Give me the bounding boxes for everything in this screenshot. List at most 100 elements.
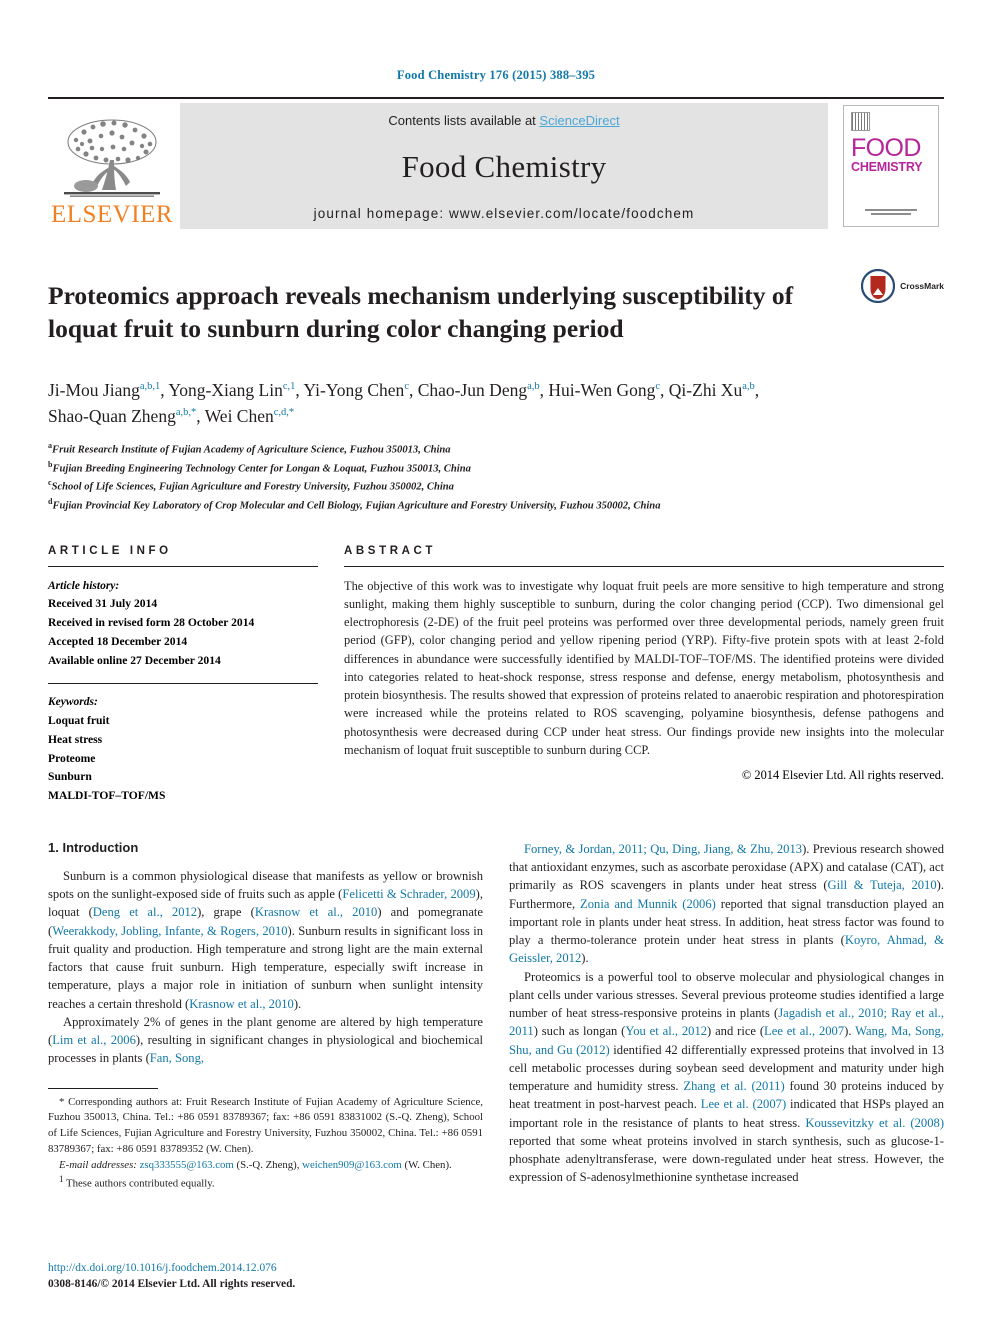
divider [344, 565, 944, 567]
citation-link[interactable]: Krasnow et al., 2010 [189, 997, 294, 1011]
email-owner-zheng: (S.-Q. Zheng), [236, 1158, 300, 1171]
intro-right-paragraphs: Forney, & Jordan, 2011; Qu, Ding, Jiang,… [509, 840, 944, 1187]
abstract-column: ABSTRACT The objective of this work was … [344, 545, 944, 806]
citation-link[interactable]: Krasnow et al., 2010 [255, 905, 378, 919]
affiliation-text: Fujian Provincial Key Laboratory of Crop… [52, 500, 661, 512]
citation-link[interactable]: Wang, Ma, Song, Shu, and Gu (2012) [509, 1024, 944, 1056]
author-affil-mark: c [655, 381, 661, 393]
author-list: Ji-Mou Jianga,b,1, Yong-Xiang Linc,1, Yi… [48, 378, 944, 429]
body-paragraph: Forney, & Jordan, 2011; Qu, Ding, Jiang,… [509, 841, 945, 966]
citation-link[interactable]: Lee et al., 2007 [764, 1024, 844, 1038]
body-paragraph: Proteomics is a powerful tool to observe… [509, 969, 945, 1185]
author-line-2: Shao-Quan Zhenga,b,*, Wei Chenc,d,* [48, 405, 295, 426]
citation-link[interactable]: Lee et al. (2007) [701, 1097, 786, 1111]
keyword-item: MALDI-TOF–TOF/MS [48, 789, 166, 803]
body-columns: 1. Introduction Sunburn is a common phys… [48, 840, 944, 1193]
divider [48, 683, 318, 685]
author-name: Hui-Wen Gong [548, 380, 656, 401]
article-info-column: ARTICLE INFO Article history: Received 3… [48, 545, 318, 806]
running-head: Food Chemistry 176 (2015) 388–395 [396, 68, 596, 82]
intro-left-paragraphs: Sunburn is a common physiological diseas… [48, 867, 483, 1068]
affiliation-item: dFujian Provincial Key Laboratory of Cro… [48, 496, 944, 515]
abstract-text: The objective of this work was to invest… [344, 578, 944, 757]
footer-doi-block: http://dx.doi.org/10.1016/j.foodchem.201… [48, 1260, 295, 1293]
keywords-label: Keywords: [48, 696, 98, 709]
citation-link[interactable]: Koussevitzky et al. (2008) [805, 1116, 944, 1130]
article-history-label: Article history: [48, 579, 120, 592]
citation-link[interactable]: Forney, & Jordan, 2011; Qu, Ding, Jiang,… [524, 842, 802, 856]
email-label: E-mail addresses: [59, 1158, 137, 1171]
footnote-mark: 1 [59, 1174, 64, 1185]
info-abstract-section: ARTICLE INFO Article history: Received 3… [48, 545, 944, 806]
keyword-item: Proteome [48, 751, 96, 765]
elsevier-logo[interactable]: ELSEVIER [48, 103, 176, 229]
citation-link[interactable]: Zonia and Munnik (2006) [580, 897, 716, 911]
email-owner-chen: (W. Chen). [404, 1158, 452, 1171]
email-note: E-mail addresses: zsq333555@163.com (S.-… [48, 1158, 483, 1174]
affiliation-item: bFujian Breeding Engineering Technology … [48, 459, 944, 478]
email-link-zheng[interactable]: zsq333555@163.com [140, 1159, 234, 1171]
contents-available-line: Contents lists available at ScienceDirec… [388, 113, 619, 128]
author-affil-mark: c,d,* [273, 406, 295, 418]
citation-link[interactable]: Koyro, Ahmad, & Geissler, 2012 [509, 933, 944, 965]
author-affil-mark: a,b,* [175, 406, 197, 418]
journal-homepage-link[interactable]: journal homepage: www.elsevier.com/locat… [314, 206, 695, 221]
doi-link[interactable]: http://dx.doi.org/10.1016/j.foodchem.201… [48, 1262, 277, 1274]
affiliation-text: School of Life Sciences, Fujian Agricult… [51, 481, 454, 493]
journal-name: Food Chemistry [401, 149, 607, 184]
author-affil-mark: a,b [742, 381, 755, 393]
page-title: Proteomics approach reveals mechanism un… [48, 281, 794, 343]
author-line-1: Ji-Mou Jianga,b,1, Yong-Xiang Linc,1, Yi… [48, 380, 760, 401]
history-item: Received in revised form 28 October 2014 [48, 616, 255, 630]
affiliation-item: aFruit Research Institute of Fujian Acad… [48, 440, 944, 459]
author-name: Wei Chen [204, 405, 274, 426]
journal-banner: ELSEVIER Contents lists available at Sci… [48, 97, 944, 229]
body-column-left: 1. Introduction Sunburn is a common phys… [48, 840, 483, 1193]
title-row: Proteomics approach reveals mechanism un… [48, 263, 944, 362]
citation-link[interactable]: Fan, Song, [150, 1051, 204, 1065]
footnote-block: * Corresponding authors at: Fruit Resear… [48, 1082, 483, 1193]
article-page: Food Chemistry 176 (2015) 388–395 ELSEVI… [0, 0, 992, 1323]
author-name: Yong-Xiang Lin [168, 380, 283, 401]
elsevier-wordmark: ELSEVIER [50, 201, 174, 228]
corresponding-author-note: * Corresponding authors at: Fruit Resear… [48, 1095, 483, 1155]
affiliation-list: aFruit Research Institute of Fujian Acad… [48, 440, 944, 515]
author-name: Qi-Zhi Xu [668, 380, 743, 401]
journal-cover-thumbnail[interactable]: FOOD CHEMISTRY [838, 103, 944, 229]
sciencedirect-link[interactable]: ScienceDirect [539, 113, 619, 128]
keyword-item: Heat stress [48, 732, 103, 746]
contents-prefix: Contents lists available at [388, 113, 540, 128]
abstract-copyright: © 2014 Elsevier Ltd. All rights reserved… [741, 768, 944, 782]
journal-banner-center: Contents lists available at ScienceDirec… [180, 103, 828, 229]
affiliation-item: cSchool of Life Sciences, Fujian Agricul… [48, 477, 944, 496]
author-name: Yi-Yong Chen [303, 380, 405, 401]
author-name: Chao-Jun Deng [417, 380, 528, 401]
citation-link[interactable]: Weerakkody, Jobling, Infante, & Rogers, … [52, 924, 287, 938]
citation-link[interactable]: Lim et al., 2006 [52, 1033, 136, 1047]
author-affil-mark: a,b [527, 381, 540, 393]
footnote-divider [48, 1087, 158, 1089]
citation-link[interactable]: Gill & Tuteja, 2010 [828, 878, 937, 892]
cover-footer-lines [844, 207, 938, 217]
body-paragraph: Sunburn is a common physiological diseas… [48, 868, 483, 1011]
cover-title-bottom: CHEMISTRY [851, 159, 923, 174]
equal-contribution-note: 1 These authors contributed equally. [48, 1173, 483, 1192]
cover-title-top: FOOD [851, 134, 921, 162]
section-heading-introduction: 1. Introduction [48, 839, 139, 855]
equal-contribution-text: These authors contributed equally. [66, 1178, 215, 1191]
author-affil-mark: c,1 [282, 381, 296, 393]
email-link-chen[interactable]: weichen909@163.com [302, 1159, 402, 1171]
crossmark-label: CrossMark [900, 281, 944, 291]
history-item: Accepted 18 December 2014 [48, 634, 188, 648]
citation-link[interactable]: Deng et al., 2012 [93, 905, 197, 919]
issn-copyright-line: 0308-8146/© 2014 Elsevier Ltd. All right… [48, 1278, 296, 1291]
history-item: Received 31 July 2014 [48, 597, 158, 611]
article-info-heading: ARTICLE INFO [48, 544, 172, 557]
citation-link[interactable]: Felicetti & Schrader, 2009 [342, 887, 475, 901]
affiliation-text: Fruit Research Institute of Fujian Acade… [52, 444, 451, 456]
crossmark-badge[interactable]: CrossMark [861, 263, 944, 303]
abstract-heading: ABSTRACT [344, 544, 437, 557]
keyword-list: Loquat fruit Heat stress Proteome Sunbur… [48, 712, 318, 806]
citation-link[interactable]: You et al., 2012 [625, 1024, 707, 1038]
citation-link[interactable]: Zhang et al. (2011) [683, 1079, 784, 1093]
